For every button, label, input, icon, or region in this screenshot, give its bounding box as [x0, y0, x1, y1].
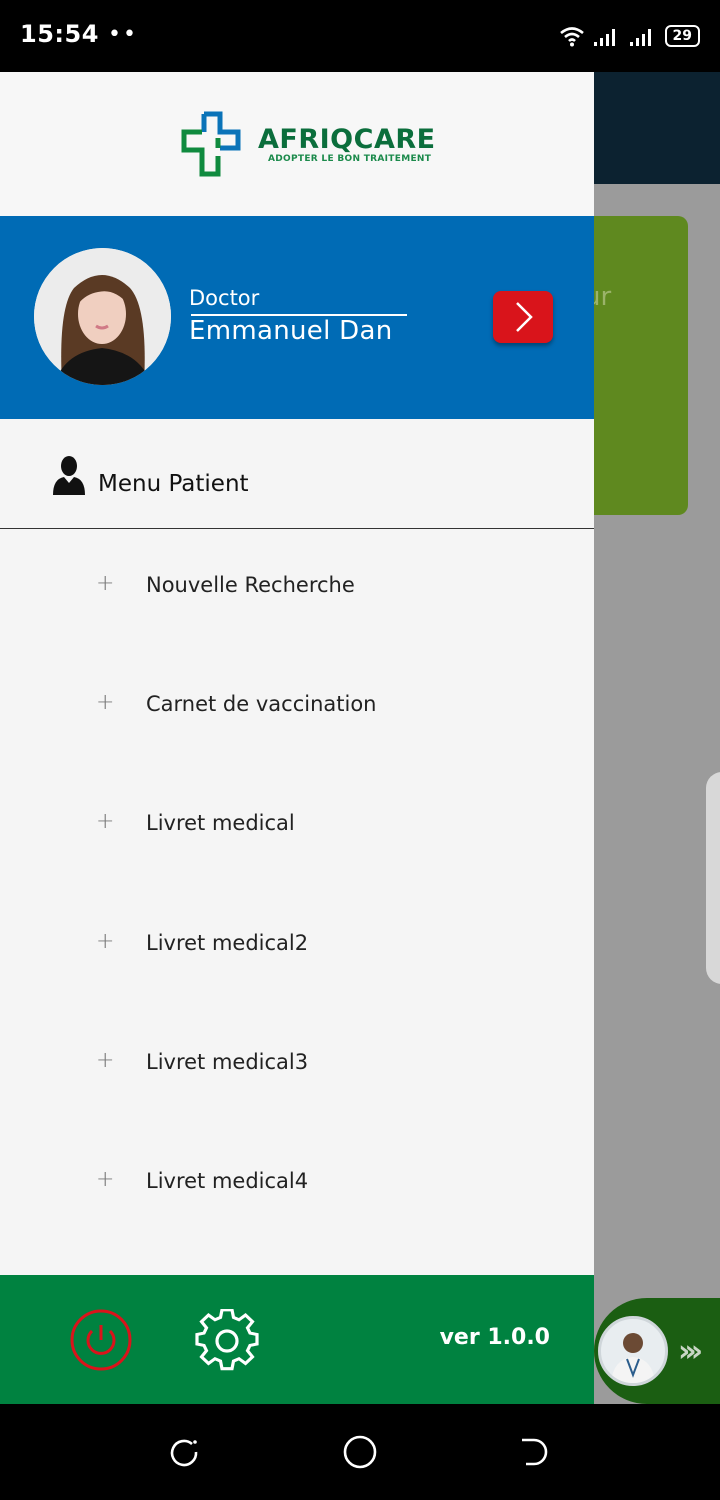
user-role: Doctor — [189, 286, 260, 310]
chevron-right-icon — [516, 302, 533, 332]
menu-item-nouvelle-recherche[interactable]: + Nouvelle Recherche — [0, 549, 594, 629]
user-name: Emmanuel Dan — [189, 316, 393, 346]
background-side-card — [706, 772, 720, 984]
menu-patient-label: Menu Patient — [98, 471, 249, 497]
back-icon[interactable] — [518, 1434, 554, 1470]
menu-item-label: Nouvelle Recherche — [146, 573, 355, 597]
user-icon — [53, 456, 85, 495]
menu-item-livret-medical4[interactable]: + Livret medical4 — [0, 1145, 594, 1225]
wifi-icon — [559, 27, 584, 47]
battery-indicator: 29 — [664, 25, 700, 47]
logo-header: AFRIQCARE ADOPTER LE BON TRAITEMENT — [0, 72, 594, 216]
background-doctor-avatar — [598, 1316, 668, 1386]
plus-icon: + — [96, 1167, 115, 1192]
menu-item-livret-medical3[interactable]: + Livret medical3 — [0, 1026, 594, 1106]
navigation-drawer: AFRIQCARE ADOPTER LE BON TRAITEMENT Doct… — [0, 72, 594, 1404]
menu-item-livret-medical[interactable]: + Livret medical — [0, 787, 594, 867]
menu-patient-header: Menu Patient — [0, 419, 594, 529]
menu-item-label: Carnet de vaccination — [146, 692, 377, 716]
status-icons: 29 — [559, 22, 700, 50]
menu-item-label: Livret medical — [146, 811, 295, 835]
profile-header: Doctor Emmanuel Dan — [0, 216, 594, 419]
status-bar: 15:54 •• 29 — [0, 0, 720, 72]
power-icon — [70, 1309, 132, 1371]
status-time: 15:54 — [20, 20, 99, 48]
logout-button[interactable] — [70, 1309, 132, 1371]
plus-icon: + — [96, 1048, 115, 1073]
gear-icon — [195, 1308, 259, 1371]
afriqcare-logo-icon — [181, 111, 241, 177]
plus-icon: + — [96, 571, 115, 596]
notification-dots: •• — [108, 22, 138, 47]
brand-logo: AFRIQCARE ADOPTER LE BON TRAITEMENT — [180, 110, 436, 180]
brand-tagline: ADOPTER LE BON TRAITEMENT — [268, 154, 432, 164]
plus-icon: + — [96, 929, 115, 954]
recent-apps-icon[interactable] — [166, 1434, 202, 1470]
profile-open-button[interactable] — [493, 291, 553, 343]
chevrons-right-icon: ››› — [678, 1334, 703, 1369]
menu-item-label: Livret medical3 — [146, 1050, 309, 1074]
app-version: ver 1.0.0 — [439, 1325, 550, 1350]
menu-item-livret-medical2[interactable]: + Livret medical2 — [0, 907, 594, 987]
doctor-avatar — [34, 248, 171, 385]
system-navigation-bar — [0, 1404, 720, 1500]
menu-item-label: Livret medical2 — [146, 931, 309, 955]
brand-name: AFRIQCARE — [258, 124, 436, 155]
plus-icon: + — [96, 690, 115, 715]
menu-item-carnet-de-vaccination[interactable]: + Carnet de vaccination — [0, 668, 594, 748]
signal-icon — [593, 29, 615, 46]
menu-item-label: Livret medical4 — [146, 1169, 309, 1193]
drawer-footer: ver 1.0.0 — [0, 1275, 594, 1404]
signal-icon-2 — [629, 29, 651, 46]
plus-icon: + — [96, 809, 115, 834]
settings-button[interactable] — [195, 1308, 259, 1373]
home-icon[interactable] — [342, 1434, 378, 1470]
